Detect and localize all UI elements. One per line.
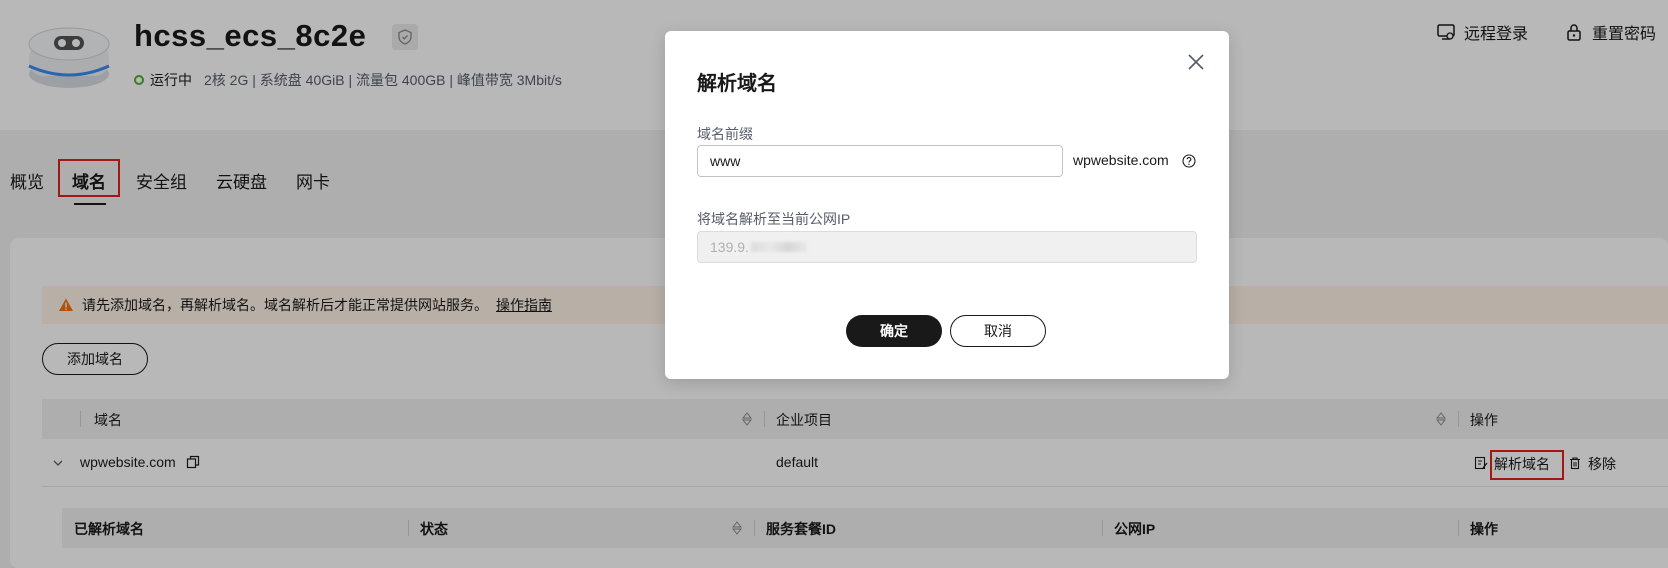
ip-input: 139.9. [697, 231, 1197, 263]
ip-label: 将域名解析至当前公网IP [697, 211, 851, 227]
prefix-label: 域名前缀 [697, 126, 753, 142]
cancel-button[interactable]: 取消 [950, 315, 1046, 347]
domain-suffix: wpwebsite.com [1073, 152, 1169, 168]
confirm-button[interactable]: 确定 [846, 315, 942, 347]
ip-value: 139.9. [710, 239, 749, 255]
dialog-title: 解析域名 [697, 73, 777, 95]
help-icon[interactable] [1182, 154, 1196, 168]
close-icon[interactable] [1185, 51, 1207, 73]
prefix-input[interactable]: www [697, 145, 1063, 177]
resolve-domain-dialog: 解析域名 域名前缀 www wpwebsite.com 将域名解析至当前公网IP… [665, 31, 1229, 379]
ip-redacted-blur [750, 242, 807, 252]
